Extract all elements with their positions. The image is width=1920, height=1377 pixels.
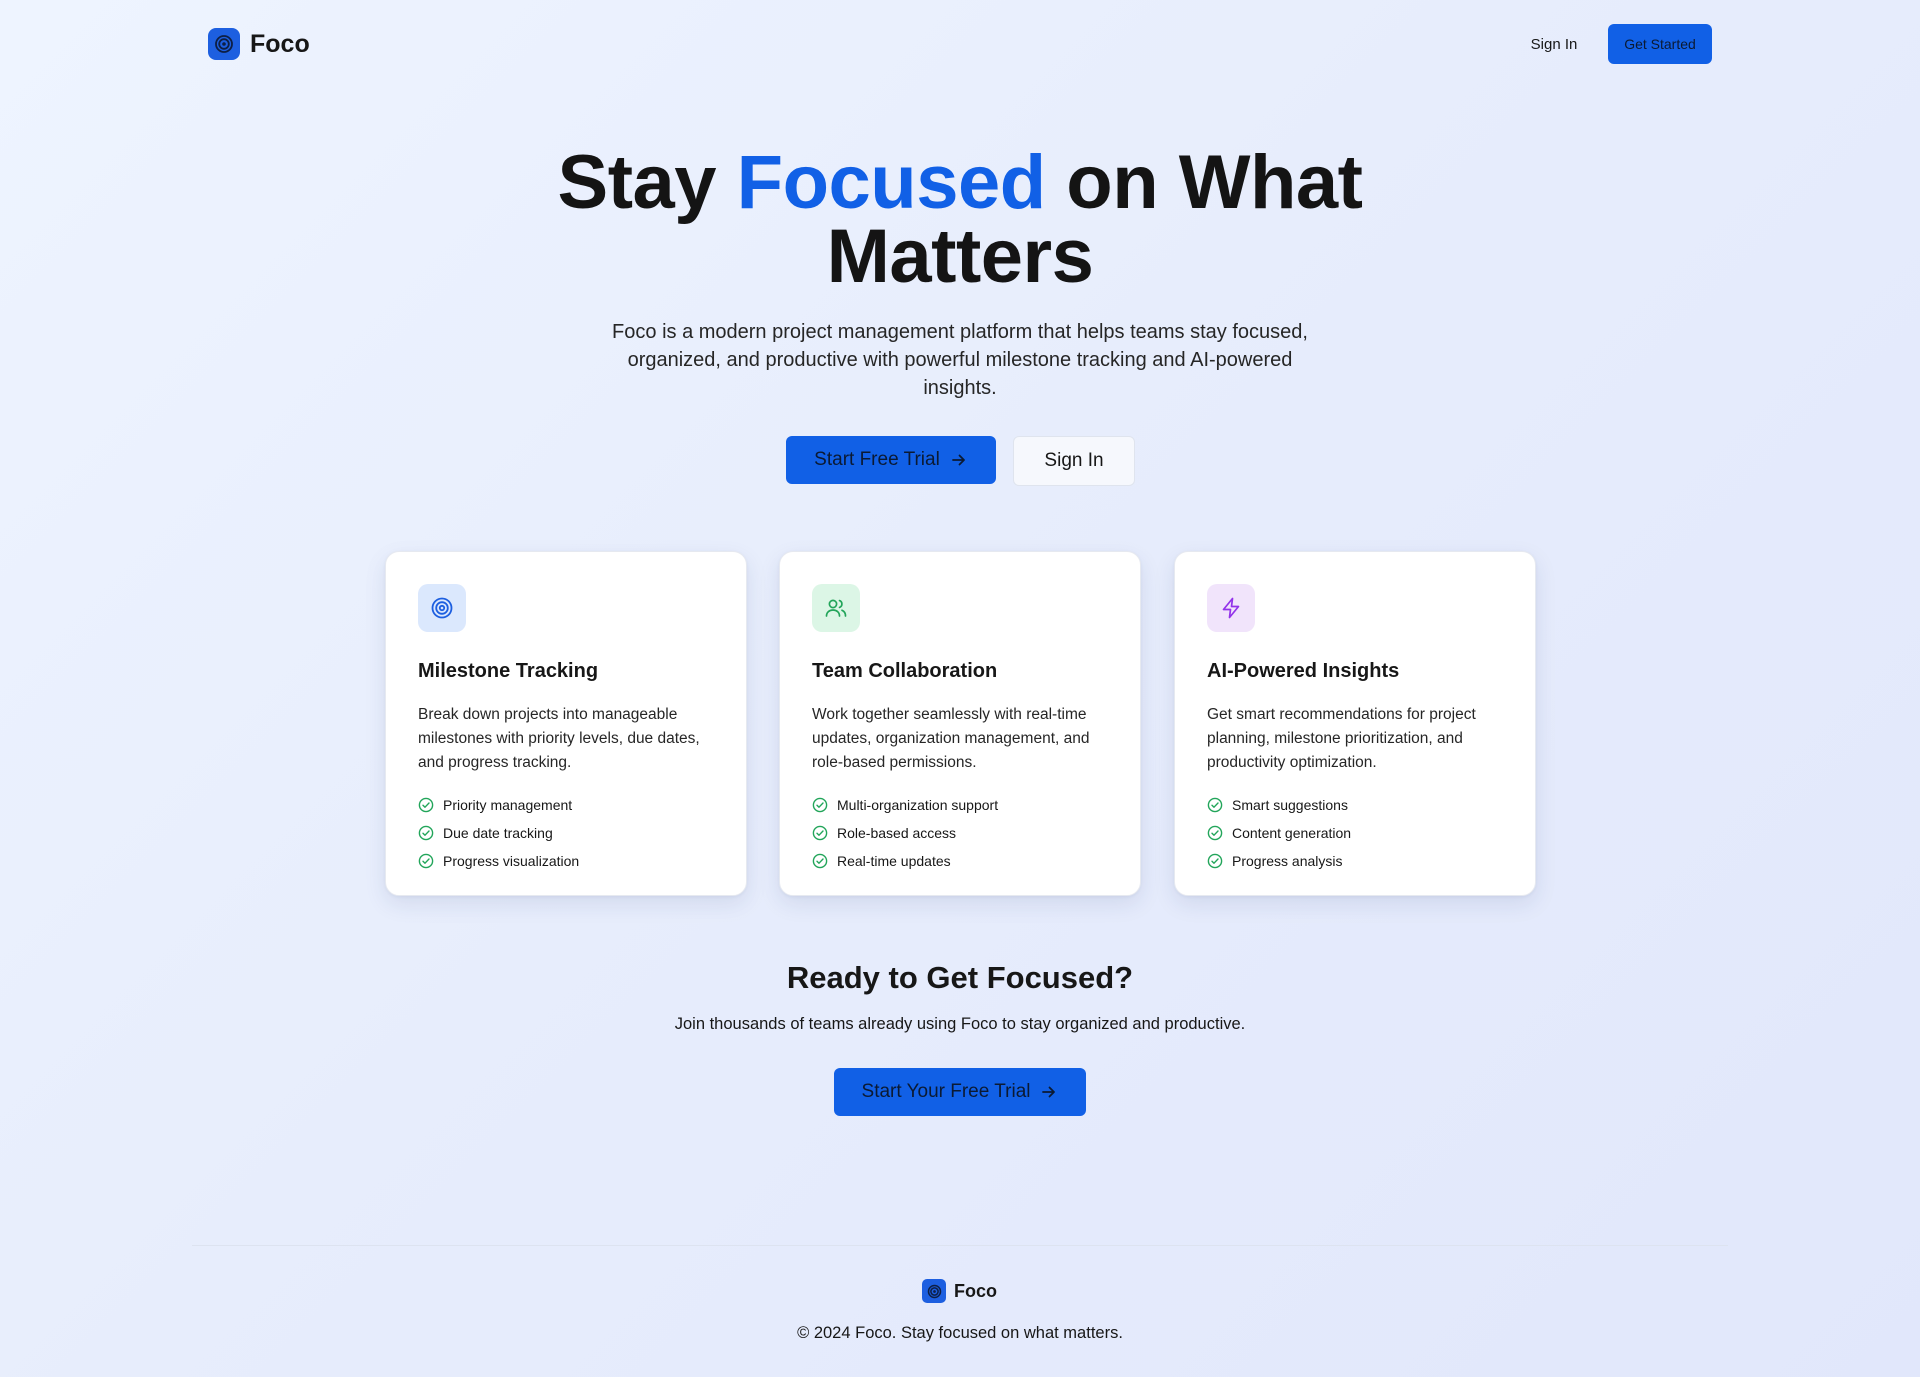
check-circle-icon	[418, 853, 434, 869]
list-item: Real-time updates	[812, 847, 1108, 875]
feature-list: Smart suggestions Content generation Pro…	[1207, 791, 1503, 875]
start-free-trial-button[interactable]: Start Free Trial	[786, 436, 996, 484]
footer-divider	[192, 1245, 1728, 1246]
check-circle-icon	[418, 797, 434, 813]
feature-card-collaboration: Team Collaboration Work together seamles…	[779, 551, 1141, 896]
list-item: Due date tracking	[418, 819, 714, 847]
feature-description: Break down projects into manageable mile…	[418, 706, 700, 771]
brand[interactable]: Foco	[208, 28, 310, 60]
feature-description: Get smart recommendations for project pl…	[1207, 706, 1476, 771]
cta-subtitle: Join thousands of teams already using Fo…	[674, 1015, 1246, 1033]
nav-get-started-button[interactable]: Get Started	[1608, 24, 1712, 64]
nav-sign-in-button[interactable]: Sign In	[1512, 32, 1596, 56]
hero-sign-in-button[interactable]: Sign In	[1013, 436, 1135, 486]
list-item: Role-based access	[812, 819, 1108, 847]
brand-name: Foco	[250, 29, 310, 58]
footer-brand: Foco	[922, 1279, 997, 1303]
feature-item-label: Due date tracking	[443, 825, 553, 841]
feature-item-label: Priority management	[443, 797, 573, 813]
target-icon	[418, 584, 466, 632]
check-circle-icon	[812, 797, 828, 813]
feature-item-label: Real-time updates	[837, 853, 951, 869]
list-item: Progress visualization	[418, 847, 714, 875]
check-circle-icon	[1207, 853, 1223, 869]
feature-title: Team Collaboration	[812, 660, 998, 682]
feature-item-label: Smart suggestions	[1232, 797, 1348, 813]
feature-item-label: Role-based access	[837, 825, 957, 841]
list-item: Content generation	[1207, 819, 1503, 847]
hero-title-part1: Stay	[557, 140, 737, 225]
list-item: Priority management	[418, 791, 714, 819]
feature-item-label: Content generation	[1232, 825, 1352, 841]
feature-title: Milestone Tracking	[418, 660, 599, 682]
feature-item-label: Progress analysis	[1232, 853, 1343, 869]
hero-title: Stay Focused on What Matters	[460, 145, 1460, 295]
check-circle-icon	[418, 825, 434, 841]
start-your-free-trial-label: Start Your Free Trial	[861, 1081, 1031, 1102]
check-circle-icon	[1207, 797, 1223, 813]
list-item: Multi-organization support	[812, 791, 1108, 819]
feature-item-label: Progress visualization	[443, 853, 580, 869]
feature-list: Priority management Due date tracking Pr…	[418, 791, 714, 875]
lightning-icon	[1207, 584, 1255, 632]
footer-copyright: © 2024 Foco. Stay focused on what matter…	[797, 1324, 1123, 1342]
feature-card-ai-insights: AI-Powered Insights Get smart recommenda…	[1174, 551, 1536, 896]
check-circle-icon	[812, 825, 828, 841]
start-your-free-trial-button[interactable]: Start Your Free Trial	[834, 1068, 1086, 1116]
feature-item-label: Multi-organization support	[837, 797, 999, 813]
arrow-right-icon	[951, 454, 965, 466]
list-item: Progress analysis	[1207, 847, 1503, 875]
check-circle-icon	[812, 853, 828, 869]
feature-title: AI-Powered Insights	[1207, 660, 1400, 682]
list-item: Smart suggestions	[1207, 791, 1503, 819]
top-nav: Foco Sign In Get Started	[0, 0, 1920, 88]
check-circle-icon	[1207, 825, 1223, 841]
arrow-right-icon	[1042, 1086, 1056, 1098]
hero-title-accent: Focused	[736, 140, 1047, 225]
feature-card-milestone: Milestone Tracking Break down projects i…	[385, 551, 747, 896]
feature-description: Work together seamlessly with real-time …	[812, 706, 1090, 771]
start-free-trial-label: Start Free Trial	[814, 449, 940, 470]
logo-target-icon	[208, 28, 240, 60]
hero-subtitle: Foco is a modern project management plat…	[612, 321, 1308, 399]
cta-title: Ready to Get Focused?	[786, 960, 1134, 995]
feature-list: Multi-organization support Role-based ac…	[812, 791, 1108, 875]
footer-brand-name: Foco	[954, 1280, 997, 1301]
users-icon	[812, 584, 860, 632]
footer-logo-target-icon	[922, 1279, 946, 1303]
